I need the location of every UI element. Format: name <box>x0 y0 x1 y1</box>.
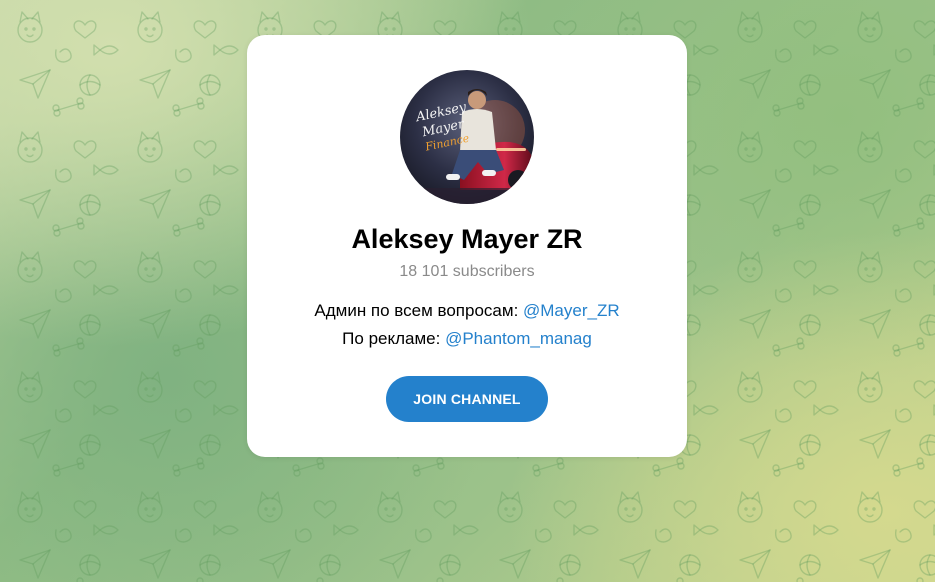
channel-card: Aleksey Mayer Finance Aleksey Mayer ZR 1… <box>247 35 687 457</box>
description-line-admin: Админ по всем вопросам: @Mayer_ZR <box>247 297 687 325</box>
channel-title: Aleksey Mayer ZR <box>351 224 583 254</box>
join-channel-button[interactable]: JOIN CHANNEL <box>386 376 548 422</box>
channel-avatar-image: Aleksey Mayer Finance <box>400 70 534 204</box>
admin-label: Админ по всем вопросам: <box>314 301 524 320</box>
channel-avatar[interactable]: Aleksey Mayer Finance <box>400 70 534 204</box>
channel-description: Админ по всем вопросам: @Mayer_ZR По рек… <box>247 297 687 353</box>
admin-username-link[interactable]: @Mayer_ZR <box>523 301 620 320</box>
ads-label: По рекламе: <box>342 329 446 348</box>
subscriber-count: 18 101 subscribers <box>399 263 535 280</box>
ads-username-link[interactable]: @Phantom_manag <box>445 329 592 348</box>
description-line-ads: По рекламе: @Phantom_manag <box>247 325 687 353</box>
